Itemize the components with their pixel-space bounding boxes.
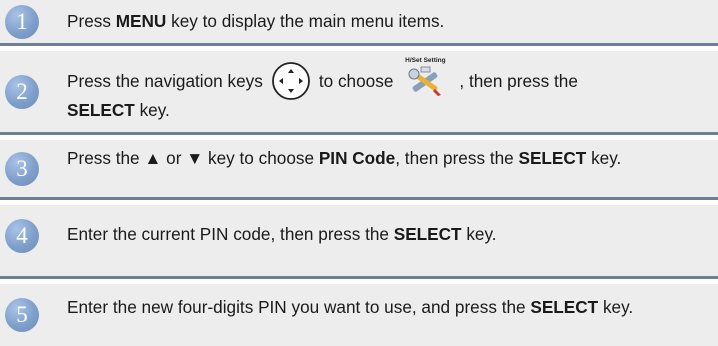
step-5-text: Enter the new four-digits PIN you want t… bbox=[67, 297, 712, 318]
step-3-text-a: Press the ▲ or ▼ key to choose bbox=[67, 148, 319, 168]
divider bbox=[0, 197, 718, 200]
setup-tools-icon: H/Set Setting bbox=[399, 57, 451, 99]
step-number-4: 4 bbox=[5, 219, 39, 253]
step-5-text-c: key. bbox=[598, 297, 634, 317]
step-2-text: Press the navigation keys to choose H/Set… bbox=[67, 57, 712, 125]
step-4: 4 Enter the current PIN code, then press… bbox=[0, 205, 718, 279]
step-4-text-c: key. bbox=[461, 224, 497, 244]
step-2-text-c: , then press the bbox=[459, 71, 578, 91]
select-key-label: SELECT bbox=[67, 100, 135, 120]
step-5-text-a: Enter the new four-digits PIN you want t… bbox=[67, 297, 531, 317]
divider bbox=[0, 276, 718, 279]
divider bbox=[0, 132, 718, 135]
navigation-keys-icon bbox=[271, 61, 311, 101]
step-2-text-a: Press the navigation keys bbox=[67, 71, 263, 91]
select-key-label: SELECT bbox=[393, 224, 462, 244]
step-1: 1 Press MENU key to display the main men… bbox=[0, 0, 718, 46]
step-3: 3 Press the ▲ or ▼ key to choose PIN Cod… bbox=[0, 140, 718, 200]
step-1-text-c: key to display the main menu items. bbox=[166, 11, 445, 31]
step-number-3: 3 bbox=[5, 152, 39, 186]
step-1-text-a: Press bbox=[67, 11, 116, 31]
step-2-text-e: key. bbox=[134, 100, 170, 120]
step-4-text: Enter the current PIN code, then press t… bbox=[67, 223, 712, 246]
step-4-text-a: Enter the current PIN code, then press t… bbox=[67, 224, 394, 244]
divider bbox=[0, 43, 718, 46]
steps-list: 1 Press MENU key to display the main men… bbox=[0, 0, 718, 346]
step-3-text: Press the ▲ or ▼ key to choose PIN Code,… bbox=[67, 147, 712, 170]
step-3-text-c: , then press the bbox=[395, 148, 519, 168]
step-2: 2 Press the navigation keys to choose H/S… bbox=[0, 51, 718, 135]
step-3-text-e: key. bbox=[586, 148, 622, 168]
select-key-label: SELECT bbox=[518, 148, 587, 168]
step-1-text: Press MENU key to display the main menu … bbox=[67, 10, 712, 33]
select-key-label: SELECT bbox=[530, 297, 599, 317]
menu-key-label: MENU bbox=[115, 11, 167, 31]
tool-icon-caption: H/Set Setting bbox=[405, 57, 446, 65]
step-2-text-b: to choose bbox=[318, 71, 394, 91]
step-number-2: 2 bbox=[5, 75, 39, 109]
step-5: 5 Enter the new four-digits PIN you want… bbox=[0, 284, 718, 346]
pin-code-label: PIN Code bbox=[318, 148, 396, 168]
step-number-1: 1 bbox=[5, 5, 39, 39]
step-number-5: 5 bbox=[5, 298, 39, 332]
